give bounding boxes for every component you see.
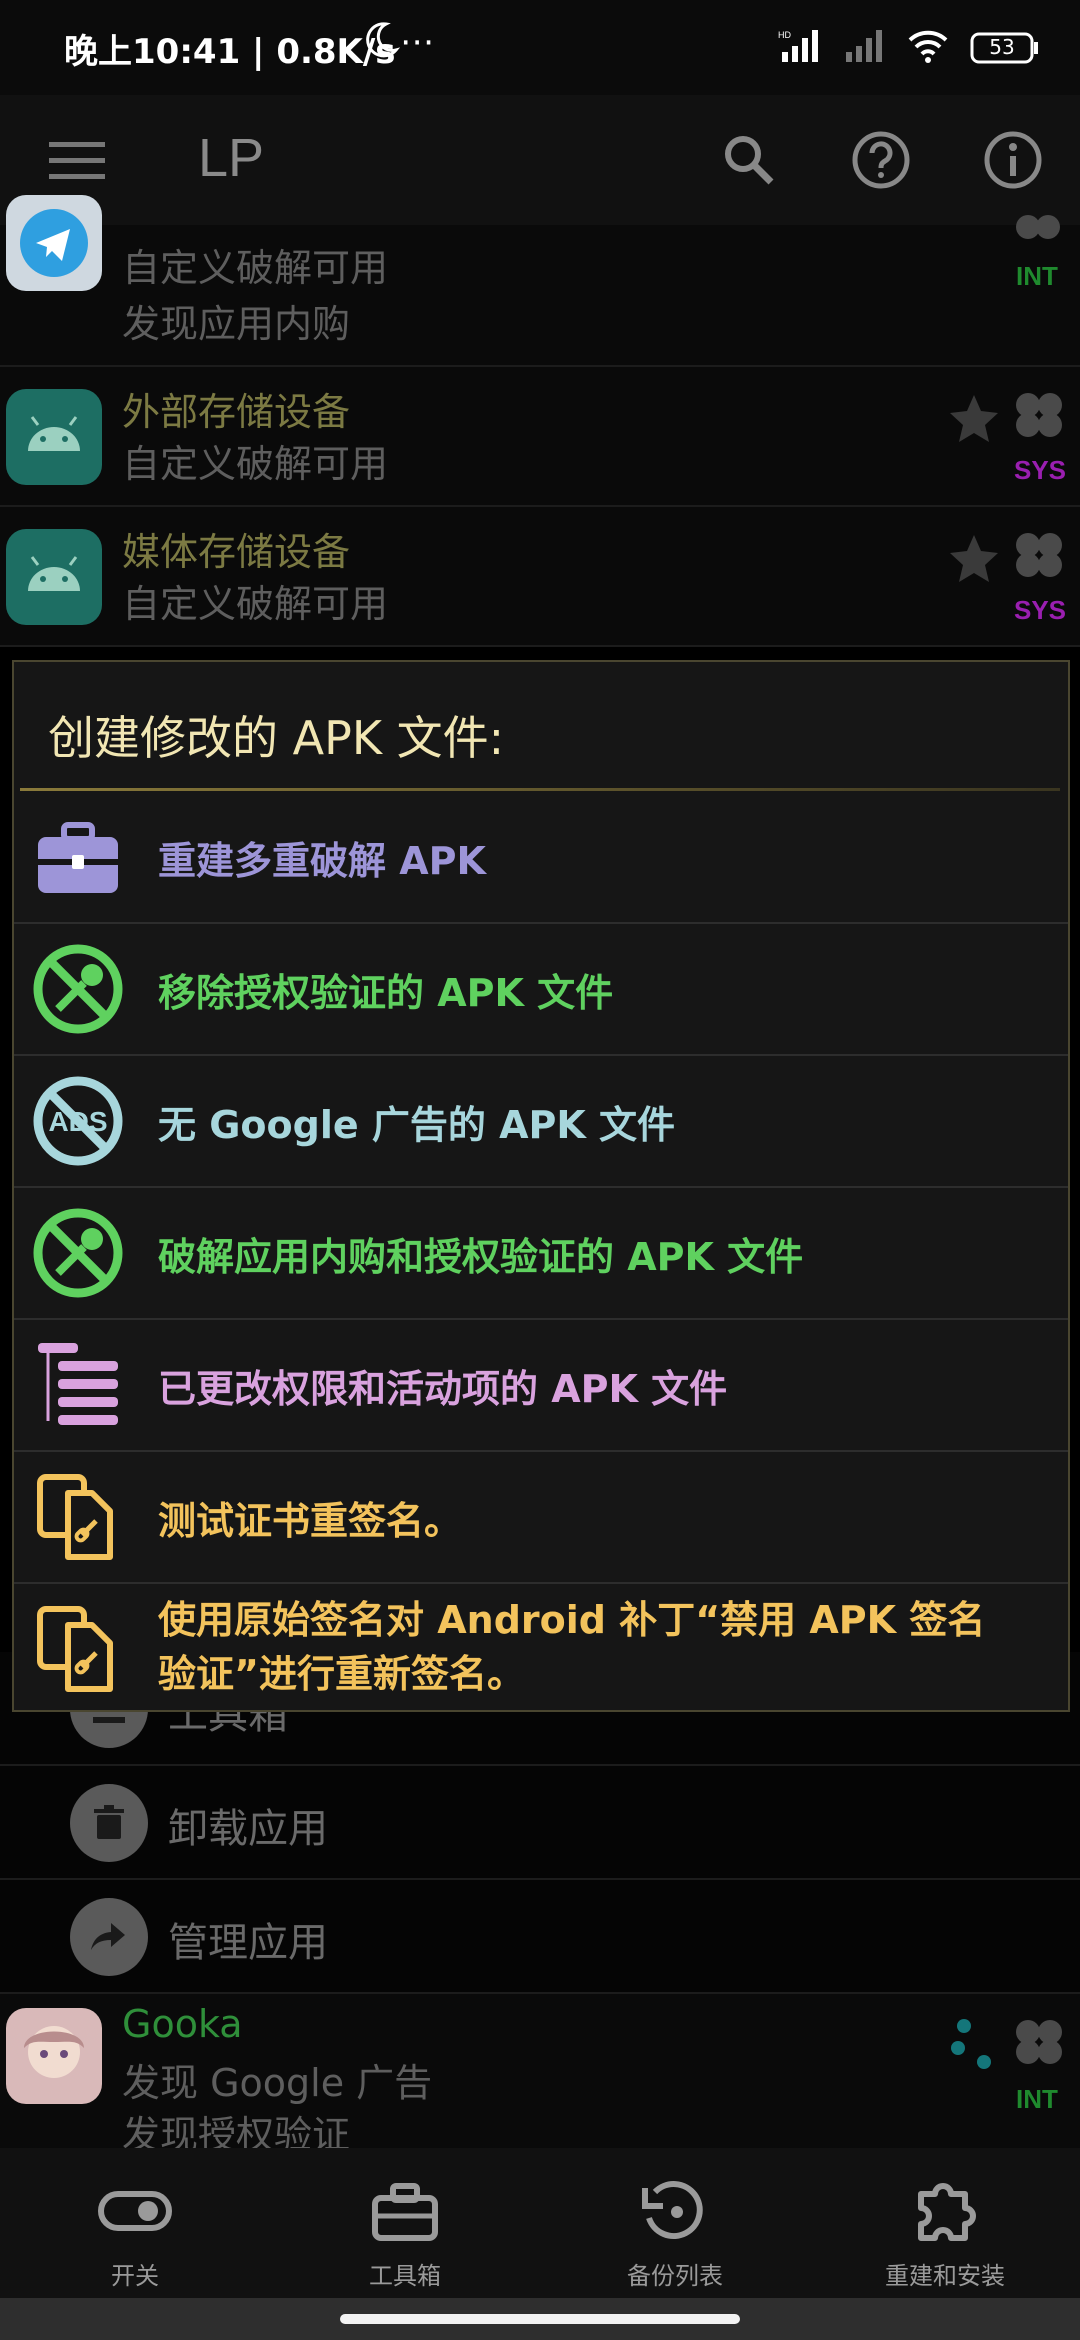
dialog-option-label: 已更改权限和活动项的 APK 文件 — [158, 1366, 728, 1411]
search-icon[interactable] — [714, 125, 784, 195]
svg-text:ADS: ADS — [48, 1106, 107, 1137]
status-badge: SYS — [1014, 595, 1067, 625]
trash-icon — [70, 1784, 148, 1862]
copy-link-icon — [32, 1471, 124, 1563]
toolbox-icon — [365, 2178, 445, 2244]
status-badge: INT — [1016, 261, 1058, 291]
app-title: LP — [198, 128, 265, 188]
status-time: 晚上10:41 | 0.8K/s — [64, 32, 396, 72]
tab-label: 开关 — [111, 2262, 159, 2290]
menu-item-uninstall[interactable]: 卸载应用 — [0, 1766, 1080, 1880]
gooka-app-icon — [6, 2008, 102, 2104]
menu-item-manage[interactable]: 管理应用 — [0, 1880, 1080, 1994]
dialog-option-label: 测试证书重签名。 — [158, 1498, 463, 1543]
dialog-option-label: 使用原始签名对 Android 补丁“禁用 APK 签名验证”进行重新签名。 — [158, 1598, 986, 1696]
row-line-1: 自定义破解可用 — [122, 442, 389, 486]
battery-icon: 53 — [970, 30, 1040, 66]
tab-label: 工具箱 — [369, 2262, 441, 2290]
dialog-option-label: 无 Google 广告的 APK 文件 — [158, 1102, 676, 1147]
help-icon[interactable] — [846, 125, 916, 195]
telegram-app-icon — [6, 195, 102, 291]
share-arrow-icon — [70, 1898, 148, 1976]
list-item[interactable]: 自定义破解可用 发现应用内购 INT — [0, 195, 1080, 367]
home-indicator[interactable] — [340, 2314, 740, 2324]
svg-text:HD: HD — [778, 30, 791, 40]
clover-icon — [1012, 211, 1064, 255]
star-icon[interactable] — [946, 531, 1002, 591]
signal-icon: HD — [778, 28, 822, 68]
row-name: Gooka — [122, 2002, 243, 2046]
dialog-option-test-resign[interactable]: 测试证书重签名。 — [14, 1452, 1068, 1584]
no-key-icon — [32, 943, 124, 1035]
menu-item-label: 卸载应用 — [168, 1806, 328, 1852]
dialog-option-original-resign[interactable]: 使用原始签名对 Android 补丁“禁用 APK 签名验证”进行重新签名。 — [14, 1584, 1068, 1710]
row-line-2: 发现应用内购 — [122, 302, 351, 346]
permissions-list-icon — [32, 1339, 124, 1431]
star-icon[interactable] — [946, 391, 1002, 451]
wifi-icon — [906, 28, 950, 68]
no-ads-icon: ADS — [32, 1075, 124, 1167]
list-item[interactable]: 外部存储设备 自定义破解可用 SYS — [0, 367, 1080, 507]
battery-level: 53 — [989, 35, 1015, 59]
row-line-1: 自定义破解可用 — [122, 246, 389, 290]
copy-link-icon — [32, 1603, 124, 1695]
app-bar: LP — [0, 95, 1080, 225]
dialog-option-permissions[interactable]: 已更改权限和活动项的 APK 文件 — [14, 1320, 1068, 1452]
list-item[interactable]: Gooka 发现 Google 广告 发现授权验证 INT — [0, 1994, 1080, 2157]
menu-item-label: 管理应用 — [168, 1920, 328, 1966]
row-name: 媒体存储设备 — [122, 530, 351, 574]
clover-icon — [1012, 2014, 1068, 2078]
gesture-bar — [0, 2298, 1080, 2340]
row-name: 外部存储设备 — [122, 390, 351, 434]
dialog-option-no-ads[interactable]: ADS 无 Google 广告的 APK 文件 — [14, 1056, 1068, 1188]
dots-icon — [950, 2014, 1000, 2078]
dialog-option-remove-license[interactable]: 移除授权验证的 APK 文件 — [14, 924, 1068, 1056]
dialog-title: 创建修改的 APK 文件: — [48, 711, 505, 765]
signal-2-icon — [842, 28, 886, 68]
clover-icon — [1012, 527, 1068, 591]
status-badge: INT — [1016, 2084, 1058, 2114]
clover-icon — [1012, 387, 1068, 451]
android-app-icon — [6, 389, 102, 485]
bottom-navigation: 开关 工具箱 备份列表 重建和安装 — [0, 2148, 1080, 2298]
dialog-option-label: 重建多重破解 APK — [158, 838, 486, 883]
tab-backup-list[interactable]: 备份列表 — [540, 2148, 810, 2298]
dialog-option-rebuild-multi[interactable]: 重建多重破解 APK — [14, 792, 1068, 924]
status-bar: 晚上10:41 | 0.8K/s ⋯ HD 53 — [0, 0, 1080, 95]
dialog-option-label: 破解应用内购和授权验证的 APK 文件 — [158, 1234, 804, 1279]
backup-icon — [635, 2178, 715, 2244]
tab-label: 备份列表 — [627, 2262, 723, 2290]
create-apk-dialog: 创建修改的 APK 文件: 重建多重破解 APK 移除授权验证的 APK 文件 … — [12, 660, 1070, 1712]
tab-switch[interactable]: 开关 — [0, 2148, 270, 2298]
tab-toolbox[interactable]: 工具箱 — [270, 2148, 540, 2298]
android-app-icon — [6, 529, 102, 625]
list-item[interactable]: 媒体存储设备 自定义破解可用 SYS — [0, 507, 1080, 647]
tab-rebuild-install[interactable]: 重建和安装 — [810, 2148, 1080, 2298]
status-icons: HD 53 — [778, 26, 1040, 70]
toggle-icon — [95, 2178, 175, 2244]
menu-icon[interactable] — [42, 125, 112, 195]
info-icon[interactable] — [978, 125, 1048, 195]
more-dots-icon: ⋯ — [400, 22, 434, 62]
row-line-1: 发现 Google 广告 — [122, 2061, 433, 2105]
no-key-icon — [32, 1207, 124, 1299]
toolbox-icon — [32, 811, 124, 903]
dialog-option-label: 移除授权验证的 APK 文件 — [158, 970, 614, 1015]
puzzle-icon — [905, 2178, 985, 2244]
status-badge: SYS — [1014, 455, 1067, 485]
tab-label: 重建和安装 — [885, 2262, 1005, 2290]
dialog-option-crack-iap-license[interactable]: 破解应用内购和授权验证的 APK 文件 — [14, 1188, 1068, 1320]
dialog-divider — [20, 788, 1060, 791]
moon-icon — [360, 18, 401, 66]
row-line-1: 自定义破解可用 — [122, 582, 389, 626]
